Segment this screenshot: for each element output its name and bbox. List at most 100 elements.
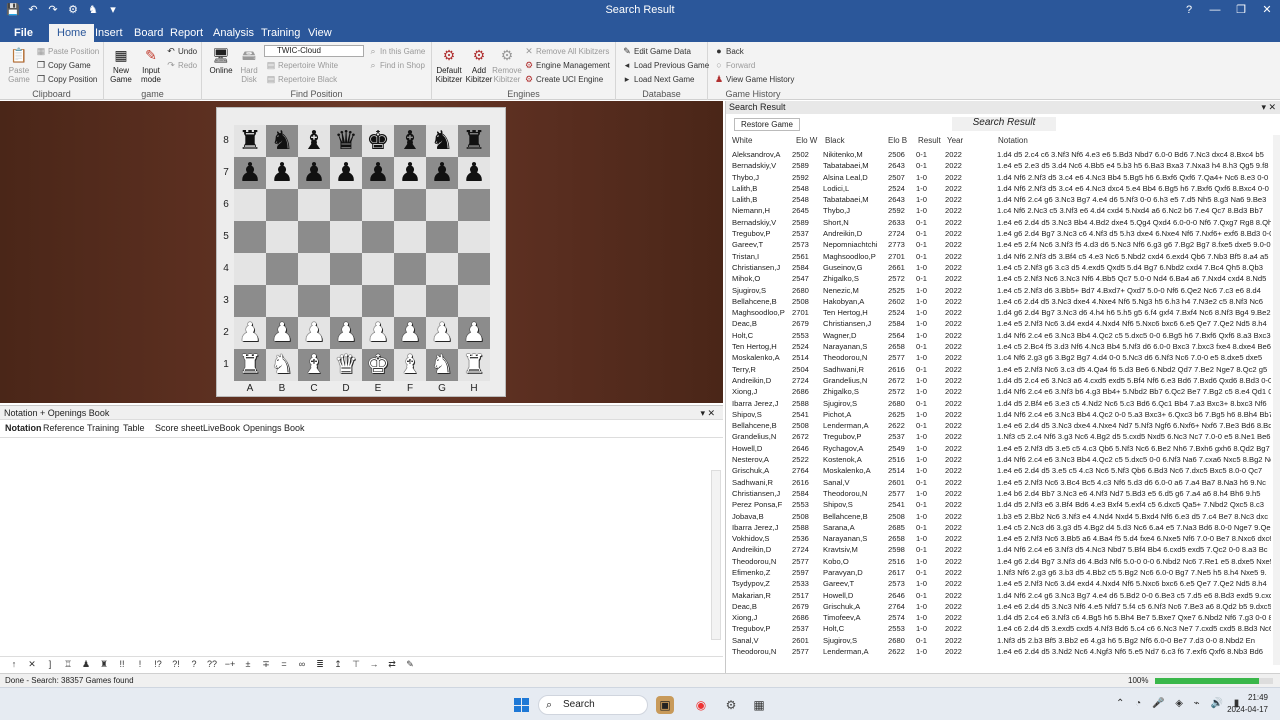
column-black[interactable]: Black [825,136,845,145]
table-row[interactable]: Nesterov,A 2522 Kostenok,A 2516 1-0 2022 1.d4 … [726,454,1274,465]
annotation-symbol-button[interactable]: ?! [170,659,182,669]
annotation-symbol-button[interactable]: ] [44,659,56,669]
square-d3[interactable] [330,285,362,317]
square-d2[interactable]: ♟ [330,317,362,349]
table-row[interactable]: Tristan,I 2561 Maghsoodloo,P 2701 0-1 2022 1.d… [726,251,1274,262]
annotation-symbol-button[interactable]: ✕ [26,659,38,670]
white-pawn-icon[interactable]: ♟ [238,318,261,348]
square-c7[interactable]: ♟ [298,157,330,189]
square-a5[interactable] [234,221,266,253]
square-h8[interactable]: ♜ [458,125,490,157]
table-row[interactable]: Holt,C 2553 Wagner,D 2564 1-0 2022 1.d4 Nf6 2.… [726,330,1274,341]
table-row[interactable]: Gareev,T 2573 Nepomniachtchi 2773 0-1 2022 1.e… [726,239,1274,250]
tab-file[interactable]: File [6,24,38,42]
table-row[interactable]: Bellahcene,B 2508 Lenderman,A 2622 0-1 2022 1.… [726,420,1274,431]
white-pawn-icon[interactable]: ♟ [462,318,485,348]
results-scrollbar[interactable] [1273,135,1280,665]
chessboard[interactable]: ♜ ♞ ♝ ♛ ♚ ♝ ♞ ♜ ♟ ♟ ♟ ♟ ♟ ♟ ♟ ♟ ♟ ♟ ♟ ♟ ♟ ♟ ♟ ♟ ♜ ♞ ♝ ♛ ♚ ♝ ♞ ♜ [234,125,490,381]
annotation-symbol-button[interactable]: ∞ [296,659,308,669]
square-a7[interactable]: ♟ [234,157,266,189]
annotation-symbol-button[interactable]: ∓ [260,659,272,670]
maximize-button[interactable]: ❐ [1228,0,1254,22]
annotation-symbol-button[interactable]: = [278,659,290,669]
square-h6[interactable] [458,189,490,221]
undo-button[interactable]: ↶ Undo [166,46,197,56]
black-pawn-icon[interactable]: ♟ [238,158,261,188]
square-g2[interactable]: ♟ [426,317,458,349]
system-tray-icons[interactable]: ⌃ ◔ 🎤 ◈ ⌁ 🔊 ▮ [1116,698,1243,709]
table-row[interactable]: Efimenko,Z 2597 Paravyan,D 2617 0-1 2022 1.Nf3… [726,567,1274,578]
annotation-symbol-button[interactable]: ⇄ [386,659,398,670]
table-row[interactable]: Vokhidov,S 2536 Narayanan,S 2658 1-0 2022 1.e4… [726,533,1274,544]
hard-disk-button[interactable]: 🖴 Hard Disk [234,46,264,84]
repertoire-black-button[interactable]: ▤ Repertoire Black [266,74,337,84]
in-this-game-button[interactable]: ⌕ In this Game [368,46,425,56]
taskbar-search[interactable]: ⌕ Search [538,695,648,715]
restore-game-button[interactable]: Restore Game [734,118,800,131]
table-row[interactable]: Thybo,J 2592 Alsina Leal,D 2507 1-0 2022 1.d4 … [726,172,1274,183]
table-row[interactable]: Bernadskiy,V 2589 Short,N 2633 0-1 2022 1.e4 e… [726,217,1274,228]
black-knight-icon[interactable]: ♞ [430,126,453,156]
square-b8[interactable]: ♞ [266,125,298,157]
app-icon-file-explorer[interactable]: ▣ [656,696,674,714]
square-f7[interactable]: ♟ [394,157,426,189]
tab-table[interactable]: Table [123,423,145,433]
white-knight-icon[interactable]: ♞ [270,350,293,380]
table-row[interactable]: Theodorou,N 2577 Lenderman,A 2622 1-0 2022 1.e… [726,646,1274,657]
table-row[interactable]: Sjugirov,S 2680 Nenezic,M 2525 1-0 2022 1.e4 c… [726,285,1274,296]
square-f6[interactable] [394,189,426,221]
black-queen-icon[interactable]: ♛ [334,126,357,156]
annotation-symbol-button[interactable]: ✎ [404,659,416,670]
load-previous-game-button[interactable]: ◂ Load Previous Game [622,60,709,70]
annotation-symbol-button[interactable]: ♖ [62,659,74,670]
square-a6[interactable] [234,189,266,221]
square-b1[interactable]: ♞ [266,349,298,381]
square-g8[interactable]: ♞ [426,125,458,157]
table-row[interactable]: Tregubov,P 2537 Andreikin,D 2724 0-1 2022 1.e4… [726,228,1274,239]
white-pawn-icon[interactable]: ♟ [302,318,325,348]
square-a8[interactable]: ♜ [234,125,266,157]
new-game-button[interactable]: ▦ New Game [106,46,136,84]
white-pawn-icon[interactable]: ♟ [398,318,421,348]
square-c8[interactable]: ♝ [298,125,330,157]
square-g3[interactable] [426,285,458,317]
square-h4[interactable] [458,253,490,285]
black-pawn-icon[interactable]: ♟ [462,158,485,188]
annotation-symbol-button[interactable]: ⊤ [350,659,362,670]
engine-management-button[interactable]: ⚙ Engine Management [524,60,610,70]
black-pawn-icon[interactable]: ♟ [398,158,421,188]
square-e6[interactable] [362,189,394,221]
white-pawn-icon[interactable]: ♟ [366,318,389,348]
column-year[interactable]: Year [947,136,963,145]
table-row[interactable]: Shipov,S 2541 Pichot,A 2625 1-0 2022 1.d4 Nf6 … [726,409,1274,420]
annotation-symbol-button[interactable]: ↑ [8,659,20,669]
square-f4[interactable] [394,253,426,285]
table-row[interactable]: Grischuk,A 2764 Moskalenko,A 2514 1-0 2022 1.e… [726,465,1274,476]
square-e3[interactable] [362,285,394,317]
square-e2[interactable]: ♟ [362,317,394,349]
start-icon[interactable] [514,698,529,712]
square-b7[interactable]: ♟ [266,157,298,189]
table-row[interactable]: Christiansen,J 2584 Guseinov,G 2661 1-0 2022 1… [726,262,1274,273]
square-a1[interactable]: ♜ [234,349,266,381]
square-g6[interactable] [426,189,458,221]
square-d4[interactable] [330,253,362,285]
square-a4[interactable] [234,253,266,285]
minimize-button[interactable]: — [1202,0,1228,22]
white-king-icon[interactable]: ♚ [366,350,389,380]
zoom-level[interactable]: 100% [1128,676,1148,685]
square-e8[interactable]: ♚ [362,125,394,157]
annotation-symbol-button[interactable]: → [368,659,380,669]
column-elo-w[interactable]: Elo W [796,136,817,145]
paste-game-button[interactable]: 📋 Paste Game [4,46,34,84]
settings-app-icon[interactable]: ⚙ [722,696,740,714]
tab-insert[interactable]: Insert [87,24,131,42]
table-row[interactable]: Lalith,B 2548 Tabatabaei,M 2643 1-0 2022 1.d4 … [726,194,1274,205]
square-f8[interactable]: ♝ [394,125,426,157]
table-row[interactable]: Grandelius,N 2672 Tregubov,P 2537 1-0 2022 1.N… [726,431,1274,442]
annotation-symbol-button[interactable]: !? [152,659,164,669]
square-b2[interactable]: ♟ [266,317,298,349]
square-a3[interactable] [234,285,266,317]
column-white[interactable]: White [732,136,752,145]
white-queen-icon[interactable]: ♛ [334,350,357,380]
